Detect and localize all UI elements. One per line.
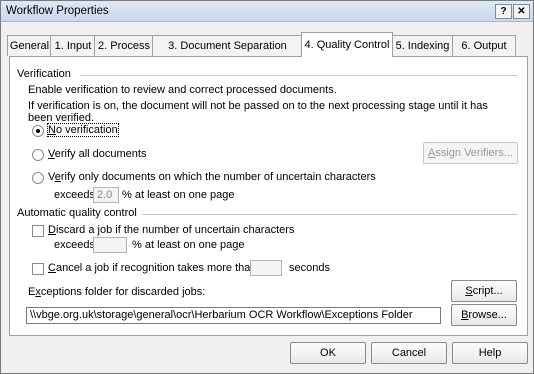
label-verify-all[interactable]: Verify all documents (48, 148, 146, 160)
radio-verify-all[interactable] (32, 149, 44, 161)
title-bar: Workflow Properties ? ✕ (1, 1, 533, 22)
close-button[interactable]: ✕ (513, 4, 530, 19)
verify-exceeds-label: exceeds (54, 189, 95, 201)
ok-button[interactable]: OK (290, 342, 366, 364)
discard-exceeds-label: exceeds (54, 239, 95, 251)
label-discard-job[interactable]: Discard a job if the number of uncertain… (48, 224, 294, 236)
tab-quality-control[interactable]: 4. Quality Control (301, 32, 393, 57)
help-title-button[interactable]: ? (495, 4, 512, 19)
workflow-properties-dialog: Workflow Properties ? ✕ General 1. Input… (0, 0, 534, 374)
tab-strip: General 1. Input 2. Process 3. Document … (1, 32, 534, 57)
verification-divider (80, 75, 517, 76)
seconds-label: seconds (289, 262, 330, 274)
checkbox-cancel-job[interactable] (32, 263, 44, 275)
script-button[interactable]: Script... (451, 280, 517, 302)
label-no-verification[interactable]: No verification (47, 123, 119, 137)
aqc-heading: Automatic quality control (17, 207, 137, 219)
label-cancel-job[interactable]: Cancel a job if recognition takes more t… (48, 262, 257, 274)
tab-indexing[interactable]: 5. Indexing (391, 35, 454, 56)
browse-button[interactable]: Browse... (451, 304, 517, 326)
tab-input[interactable]: 1. Input (50, 35, 96, 56)
exceptions-folder-input[interactable]: \\vbge.org.uk\storage\general\ocr\Herbar… (26, 307, 441, 324)
tab-document-separation[interactable]: 3. Document Separation (152, 35, 303, 56)
verification-heading: Verification (17, 68, 71, 80)
discard-exceeds-input[interactable] (93, 237, 127, 253)
tab-general[interactable]: General (7, 35, 52, 56)
radio-no-verification[interactable] (32, 125, 44, 137)
verification-desc-1: Enable verification to review and correc… (28, 84, 337, 96)
cancel-button[interactable]: Cancel (371, 342, 447, 364)
assign-verifiers-button[interactable]: Assign Verifiers... (423, 142, 518, 164)
checkbox-discard-job[interactable] (32, 225, 44, 237)
verify-exceeds-input[interactable]: 2.0 (93, 187, 119, 203)
window-title: Workflow Properties (6, 5, 109, 17)
verification-desc-2b: been verified. (28, 112, 95, 124)
label-verify-uncertain[interactable]: Verify only documents on which the numbe… (48, 171, 376, 183)
discard-exceeds-suffix: % at least on one page (132, 239, 245, 251)
aqc-divider (142, 214, 517, 215)
exceptions-folder-label: Exceptions folder for discarded jobs: (28, 286, 206, 298)
verify-exceeds-suffix: % at least on one page (122, 189, 235, 201)
help-button[interactable]: Help (452, 342, 528, 364)
tab-output[interactable]: 6. Output (452, 35, 516, 56)
radio-verify-uncertain[interactable] (32, 172, 44, 184)
verification-desc-2a: If verification is on, the document will… (28, 100, 488, 112)
tab-process[interactable]: 2. Process (94, 35, 154, 56)
quality-control-panel: Verification Enable verification to revi… (9, 56, 528, 336)
cancel-seconds-input[interactable] (250, 260, 282, 276)
